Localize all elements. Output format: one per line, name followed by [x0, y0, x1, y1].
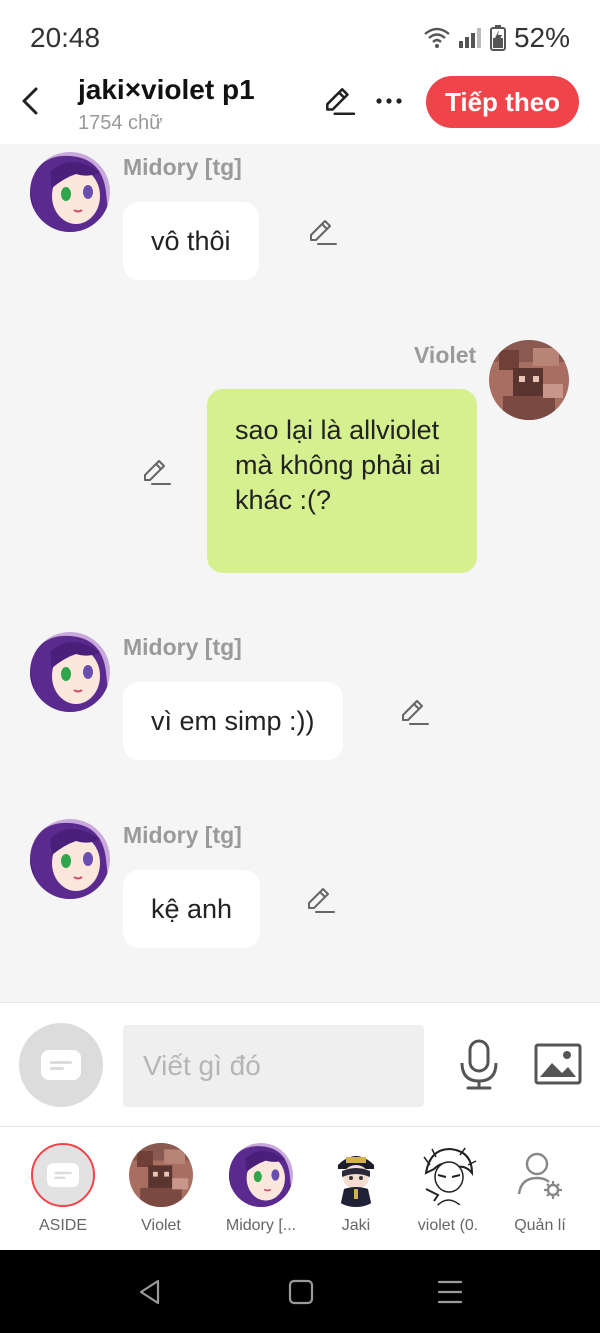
battery-icon	[489, 25, 506, 51]
character-aside[interactable]: ASIDE	[23, 1127, 103, 1251]
pencil-icon	[140, 456, 172, 488]
next-button[interactable]: Tiếp theo	[426, 76, 579, 128]
manage-user-icon	[508, 1143, 572, 1207]
more-options-button[interactable]	[372, 84, 406, 118]
chat-area[interactable]: Midory [tg] vô thôi Violet sao lại là al…	[0, 144, 600, 1002]
pencil-icon	[306, 216, 338, 248]
edit-message-button[interactable]	[306, 216, 338, 248]
character-label: Violet	[141, 1217, 181, 1234]
midory-avatar	[229, 1143, 293, 1207]
message-bubble[interactable]: sao lại là allviolet mà không phải ai kh…	[207, 389, 477, 573]
character-jaki[interactable]: Jaki	[316, 1127, 396, 1251]
wifi-icon	[424, 27, 450, 49]
character-midory[interactable]: Midory [...	[216, 1127, 306, 1251]
violet-avatar[interactable]	[489, 340, 569, 420]
insert-image-button[interactable]	[534, 1043, 582, 1085]
chevron-left-icon	[22, 87, 38, 115]
story-title: jaki×violet p1	[78, 74, 255, 105]
sender-name: Midory [tg]	[123, 154, 242, 180]
edit-message-button[interactable]	[398, 696, 430, 728]
sender-name: Midory [tg]	[123, 634, 242, 660]
midory-avatar[interactable]	[30, 632, 110, 712]
character-bar: ASIDE Violet Midory [... Jaki violet (0.	[0, 1126, 600, 1250]
violet-avatar	[129, 1143, 193, 1207]
character-violet[interactable]: Violet	[121, 1127, 201, 1251]
microphone-icon	[460, 1039, 498, 1090]
character-label: Quản lí	[514, 1217, 566, 1234]
back-triangle-icon[interactable]	[136, 1278, 164, 1306]
violet-alt-avatar	[416, 1143, 480, 1207]
menu-lines-icon[interactable]	[436, 1278, 464, 1306]
aside-toggle-button[interactable]	[19, 1023, 103, 1107]
signal-icon	[458, 27, 482, 49]
more-dots-icon	[376, 98, 402, 104]
sender-name: Midory [tg]	[123, 822, 242, 848]
message-bubble[interactable]: vì em simp :))	[123, 682, 343, 760]
edit-message-button[interactable]	[304, 884, 336, 916]
home-square-icon[interactable]	[287, 1278, 315, 1306]
character-label: ASIDE	[38, 1217, 87, 1234]
message-input[interactable]	[123, 1025, 424, 1107]
sender-name: Violet	[414, 342, 477, 368]
edit-message-button[interactable]	[140, 456, 172, 488]
midory-avatar[interactable]	[30, 819, 110, 899]
image-icon	[534, 1043, 582, 1085]
chat-bubble-icon	[41, 1050, 81, 1080]
voice-input-button[interactable]	[458, 1039, 500, 1091]
edit-title-button[interactable]	[322, 84, 356, 118]
battery-percentage: 52%	[513, 22, 570, 53]
compose-bar	[0, 1002, 600, 1126]
manage-characters-button[interactable]: Quản lí	[500, 1127, 580, 1251]
pencil-icon	[326, 88, 356, 116]
word-count: 1754 chữ	[78, 112, 163, 134]
status-bar: 20:48 52%	[0, 0, 600, 72]
back-button[interactable]	[16, 86, 46, 116]
character-label: violet (0.	[417, 1217, 479, 1234]
character-label: Midory [...	[225, 1217, 297, 1234]
message-bubble[interactable]: vô thôi	[123, 202, 259, 280]
status-icons: 52%	[424, 22, 570, 54]
character-violet-alt[interactable]: violet (0.	[408, 1127, 488, 1251]
jaki-avatar	[324, 1143, 388, 1207]
midory-avatar[interactable]	[30, 152, 110, 232]
character-label: Jaki	[341, 1217, 371, 1234]
pencil-icon	[398, 696, 430, 728]
app-header: jaki×violet p1 1754 chữ Tiếp theo	[0, 72, 600, 144]
status-time: 20:48	[30, 22, 101, 53]
aside-avatar	[31, 1143, 95, 1207]
pencil-icon	[304, 884, 336, 916]
message-bubble[interactable]: kệ anh	[123, 870, 261, 948]
chat-bubble-icon	[47, 1163, 79, 1187]
system-nav-bar	[0, 1250, 600, 1333]
